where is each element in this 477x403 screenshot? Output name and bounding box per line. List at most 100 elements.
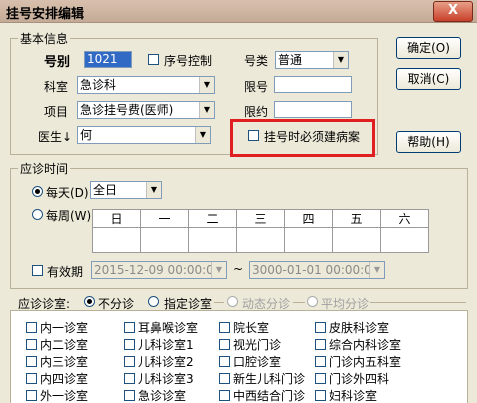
start-date-value: 2015-12-09 00:00:00 bbox=[94, 263, 222, 277]
room-item[interactable]: 中西结合门诊 bbox=[219, 387, 305, 403]
room-checkbox[interactable] bbox=[26, 390, 37, 401]
room-label: 儿科诊室3 bbox=[138, 372, 194, 386]
start-date-select[interactable]: 2015-12-09 00:00:00 ▼ bbox=[91, 261, 227, 279]
mode-dynamic-radio[interactable] bbox=[227, 296, 238, 307]
number-input[interactable]: 1021 bbox=[84, 51, 132, 68]
room-checkbox[interactable] bbox=[315, 339, 326, 350]
room-checkbox[interactable] bbox=[124, 322, 135, 333]
daily-value: 全日 bbox=[93, 183, 118, 197]
room-item[interactable]: 视光门诊 bbox=[219, 336, 281, 353]
weekday-header[interactable]: 四 bbox=[284, 209, 333, 228]
room-checkbox[interactable] bbox=[124, 356, 135, 367]
room-label: 内四诊室 bbox=[40, 372, 89, 386]
number-label: 号别 bbox=[44, 55, 71, 70]
daily-label: 每天(D) bbox=[46, 186, 89, 200]
room-item[interactable]: 外一诊室 bbox=[26, 387, 88, 403]
chevron-down-icon[interactable]: ▼ bbox=[146, 182, 161, 198]
room-item[interactable]: 妇科诊室 bbox=[315, 387, 377, 403]
room-item[interactable]: 门诊内五科室 bbox=[315, 353, 401, 370]
weekday-header[interactable]: 三 bbox=[236, 209, 285, 228]
weekday-cell[interactable] bbox=[380, 227, 429, 253]
limit-label: 限号 bbox=[244, 80, 269, 94]
weekday-cell[interactable] bbox=[188, 227, 237, 253]
room-item[interactable]: 内三诊室 bbox=[26, 353, 88, 370]
room-item[interactable]: 口腔诊室 bbox=[219, 353, 281, 370]
weekly-radio[interactable] bbox=[32, 209, 43, 220]
room-item[interactable]: 急诊诊室 bbox=[124, 387, 186, 403]
mode-specified-radio[interactable] bbox=[148, 296, 159, 307]
type-select[interactable]: 普通 ▼ bbox=[275, 51, 349, 69]
weekday-header[interactable]: 六 bbox=[380, 209, 429, 228]
room-checkbox[interactable] bbox=[315, 356, 326, 367]
weekday-cell[interactable] bbox=[140, 227, 189, 253]
daily-select[interactable]: 全日 ▼ bbox=[90, 181, 162, 199]
chevron-down-icon[interactable]: ▼ bbox=[333, 52, 348, 68]
room-checkbox[interactable] bbox=[26, 322, 37, 333]
limit-input[interactable] bbox=[274, 76, 352, 93]
chevron-down-icon[interactable]: ▼ bbox=[369, 262, 384, 278]
cancel-button[interactable]: 取消(C) bbox=[396, 68, 461, 90]
room-checkbox[interactable] bbox=[315, 390, 326, 401]
room-item[interactable]: 儿科诊室2 bbox=[124, 353, 194, 370]
room-checkbox[interactable] bbox=[26, 339, 37, 350]
room-checkbox[interactable] bbox=[219, 373, 230, 384]
seq-ctrl-label: 序号控制 bbox=[164, 54, 213, 68]
room-item[interactable]: 耳鼻喉诊室 bbox=[124, 319, 198, 336]
room-label: 皮肤科诊室 bbox=[329, 321, 390, 335]
room-checkbox[interactable] bbox=[124, 373, 135, 384]
room-item[interactable]: 儿科诊室1 bbox=[124, 336, 194, 353]
doctor-select[interactable]: 何 ▼ bbox=[77, 126, 211, 144]
title-bar[interactable]: 挂号安排编辑 X bbox=[0, 0, 477, 23]
daily-radio[interactable] bbox=[32, 186, 43, 197]
doctor-label[interactable]: 医生↓ bbox=[38, 128, 72, 145]
room-checkbox[interactable] bbox=[26, 356, 37, 367]
weekday-cell[interactable] bbox=[92, 227, 141, 253]
room-item[interactable]: 内一诊室 bbox=[26, 319, 88, 336]
room-checkbox[interactable] bbox=[219, 322, 230, 333]
room-item[interactable]: 内四诊室 bbox=[26, 370, 88, 387]
end-date-value: 3000-01-01 00:00:00 bbox=[252, 263, 380, 277]
room-label: 院长室 bbox=[233, 321, 270, 335]
item-select[interactable]: 急诊挂号费(医师) ▼ bbox=[77, 101, 215, 119]
chevron-down-icon[interactable]: ▼ bbox=[199, 77, 214, 93]
doctor-value: 何 bbox=[80, 128, 93, 142]
weekday-cell[interactable] bbox=[284, 227, 333, 253]
appt-input[interactable] bbox=[274, 101, 352, 118]
weekday-cell[interactable] bbox=[332, 227, 381, 253]
room-item[interactable]: 综合内科诊室 bbox=[315, 336, 401, 353]
room-item[interactable]: 皮肤科诊室 bbox=[315, 319, 389, 336]
sort-down-icon: ↓ bbox=[62, 130, 73, 144]
room-checkbox[interactable] bbox=[315, 322, 326, 333]
weekday-header[interactable]: 日 bbox=[92, 209, 141, 228]
room-item[interactable]: 新生儿科门诊 bbox=[219, 370, 305, 387]
room-checkbox[interactable] bbox=[219, 339, 230, 350]
room-item[interactable]: 院长室 bbox=[219, 319, 269, 336]
end-date-select[interactable]: 3000-01-01 00:00:00 ▼ bbox=[249, 261, 385, 279]
chevron-down-icon[interactable]: ▼ bbox=[199, 102, 214, 118]
room-item[interactable]: 门诊外四科 bbox=[315, 370, 389, 387]
room-item[interactable]: 内二诊室 bbox=[26, 336, 88, 353]
help-button[interactable]: 帮助(H) bbox=[396, 131, 461, 153]
room-item[interactable]: 儿科诊室3 bbox=[124, 370, 194, 387]
room-checkbox[interactable] bbox=[124, 339, 135, 350]
valid-checkbox[interactable] bbox=[32, 265, 43, 276]
weekday-header[interactable]: 二 bbox=[188, 209, 237, 228]
separator-line bbox=[370, 302, 466, 303]
weekday-header[interactable]: 五 bbox=[332, 209, 381, 228]
room-checkbox[interactable] bbox=[219, 356, 230, 367]
weekday-header[interactable]: 一 bbox=[140, 209, 189, 228]
weekday-cell[interactable] bbox=[236, 227, 285, 253]
room-checkbox[interactable] bbox=[26, 373, 37, 384]
chevron-down-icon[interactable]: ▼ bbox=[211, 262, 226, 278]
room-checkbox[interactable] bbox=[219, 390, 230, 401]
mode-average-radio[interactable] bbox=[307, 296, 318, 307]
chevron-down-icon[interactable]: ▼ bbox=[195, 127, 210, 143]
dept-select[interactable]: 急诊科 ▼ bbox=[77, 76, 215, 94]
seq-ctrl-checkbox[interactable] bbox=[148, 54, 159, 65]
room-checkbox[interactable] bbox=[315, 373, 326, 384]
mode-none-radio[interactable] bbox=[84, 296, 95, 307]
ok-button[interactable]: 确定(O) bbox=[396, 37, 461, 59]
room-checkbox[interactable] bbox=[124, 390, 135, 401]
highlight-box bbox=[230, 119, 375, 157]
close-button[interactable]: X bbox=[433, 1, 473, 22]
